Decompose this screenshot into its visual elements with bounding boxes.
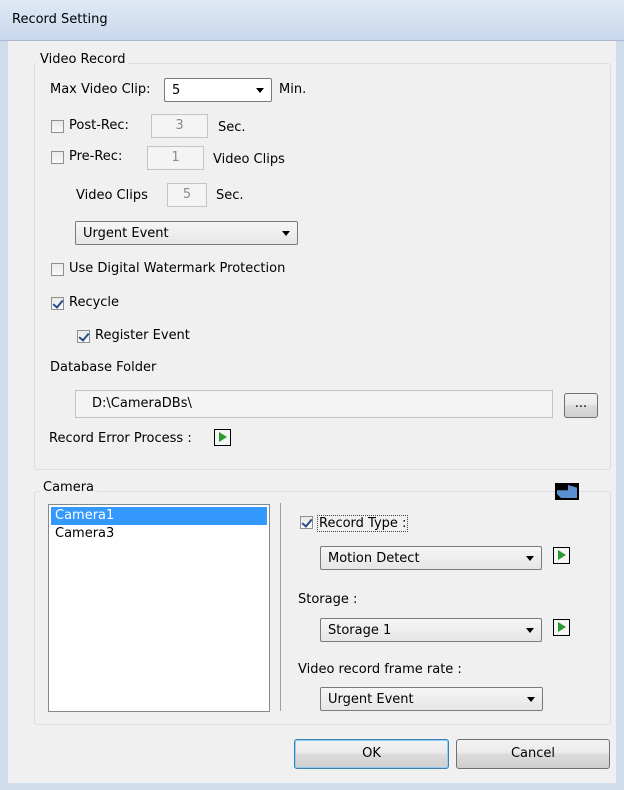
- record-error-process-label: Record Error Process :: [49, 431, 192, 446]
- database-folder-input[interactable]: D:\CameraDBs\: [75, 390, 553, 418]
- register-event-label: Register Event: [95, 328, 190, 343]
- window-frame-left: [0, 41, 8, 790]
- title-bar: Record Setting: [0, 0, 624, 41]
- watermark-checkbox[interactable]: [51, 263, 64, 276]
- post-rec-label: Post-Rec:: [69, 118, 129, 133]
- event-type-value: Urgent Event: [83, 226, 169, 241]
- browse-button[interactable]: ...: [564, 393, 598, 418]
- chevron-down-icon: [282, 231, 290, 236]
- chevron-down-icon: [527, 697, 535, 702]
- window-title: Record Setting: [12, 12, 108, 27]
- camera-list[interactable]: Camera1 Camera3: [48, 504, 270, 712]
- register-event-checkbox[interactable]: [77, 330, 90, 343]
- storage-value: Storage 1: [328, 623, 392, 638]
- pre-rec-checkbox[interactable]: [51, 151, 64, 164]
- record-type-label: Record Type :: [317, 515, 409, 532]
- chevron-down-icon: [256, 88, 264, 93]
- camera-list-item-1[interactable]: Camera1: [51, 507, 267, 525]
- video-record-group-label: Video Record: [37, 52, 129, 67]
- window-frame-right: [616, 41, 624, 790]
- cancel-button[interactable]: Cancel: [456, 739, 610, 769]
- pre-rec-label: Pre-Rec:: [69, 149, 123, 164]
- frame-rate-select[interactable]: Urgent Event: [320, 687, 543, 711]
- recycle-checkbox[interactable]: [51, 297, 64, 310]
- record-type-select[interactable]: Motion Detect: [320, 546, 542, 570]
- storage-label: Storage :: [298, 592, 358, 607]
- frame-rate-value: Urgent Event: [328, 692, 414, 707]
- pre-rec-unit: Video Clips: [213, 152, 285, 167]
- ok-button[interactable]: OK: [294, 739, 449, 769]
- record-type-value: Motion Detect: [328, 551, 420, 566]
- post-rec-checkbox[interactable]: [51, 120, 64, 133]
- frame-rate-label: Video record frame rate :: [298, 662, 462, 677]
- event-type-select[interactable]: Urgent Event: [75, 221, 298, 245]
- database-folder-label: Database Folder: [50, 360, 157, 375]
- pre-rec-input[interactable]: 1: [147, 146, 204, 170]
- chevron-down-icon: [526, 556, 534, 561]
- video-clips-input[interactable]: 5: [167, 183, 207, 207]
- max-video-clip-value: 5: [172, 83, 181, 98]
- max-video-clip-label: Max Video Clip:: [50, 82, 151, 97]
- post-rec-unit: Sec.: [218, 120, 246, 135]
- play-icon[interactable]: [553, 547, 570, 564]
- camera-group-label: Camera: [40, 480, 98, 495]
- record-type-checkbox[interactable]: [300, 516, 313, 529]
- recycle-label: Recycle: [69, 295, 120, 310]
- camera-list-item-2[interactable]: Camera3: [51, 525, 267, 543]
- video-clips-unit: Sec.: [216, 188, 244, 203]
- chevron-down-icon: [526, 628, 534, 633]
- play-icon[interactable]: [214, 429, 231, 446]
- max-video-clip-unit: Min.: [279, 82, 307, 97]
- play-icon[interactable]: [553, 619, 570, 636]
- hand-pointer-icon[interactable]: [555, 483, 579, 500]
- post-rec-input[interactable]: 3: [151, 114, 208, 138]
- video-clips-label: Video Clips: [76, 188, 148, 203]
- watermark-label: Use Digital Watermark Protection: [69, 261, 286, 276]
- window-frame-bottom: [0, 783, 624, 790]
- camera-divider: [280, 503, 281, 711]
- storage-select[interactable]: Storage 1: [320, 618, 542, 642]
- max-video-clip-select[interactable]: 5: [164, 78, 272, 102]
